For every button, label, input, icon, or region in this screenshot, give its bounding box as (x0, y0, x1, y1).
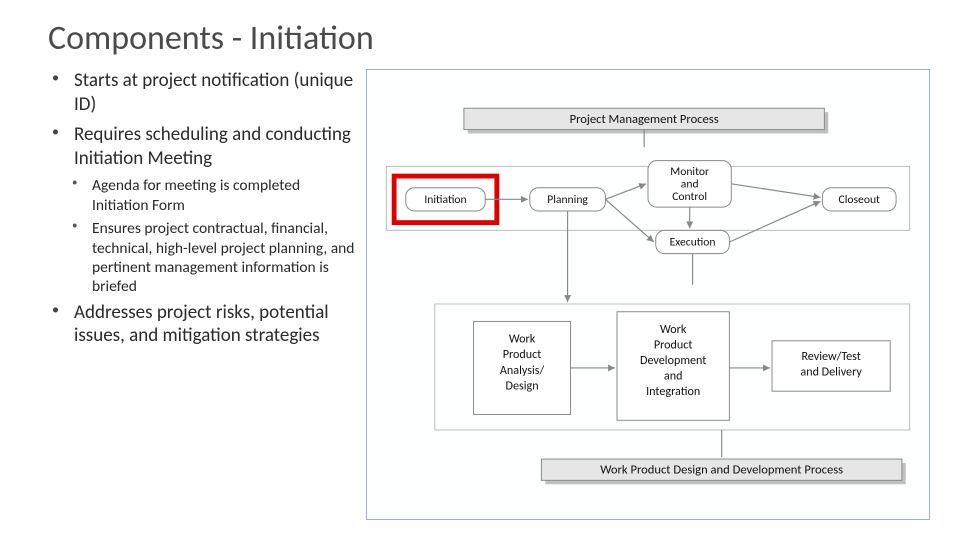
wp1-l1: Work (509, 332, 536, 347)
content-row: Starts at project notification (unique I… (48, 69, 930, 520)
wp2-l5: Integration (646, 384, 700, 399)
bottom-bar-label: Work Product Design and Development Proc… (600, 463, 843, 478)
wp3-l2: and Delivery (800, 365, 862, 380)
phase-initiation-label: Initiation (424, 193, 466, 207)
sub-bullet-2: Ensures project contractual, financial, … (48, 219, 358, 297)
phase-monitor-l3: Control (672, 191, 707, 205)
phase-closeout-label: Closeout (839, 193, 881, 207)
top-bar-label: Project Management Process (570, 112, 719, 127)
wp1-l3: Analysis/ (500, 363, 545, 378)
sub-bullet-list: Agenda for meeting is completed Initiati… (48, 176, 358, 296)
arrow-mon-close (731, 184, 820, 198)
wp1-l4: Design (506, 379, 539, 394)
bullet-list-2: Addresses project risks, potential issue… (48, 301, 358, 349)
bullet-3: Addresses project risks, potential issue… (48, 301, 358, 349)
diagram-column: Project Management Process Initiation Pl… (366, 69, 930, 520)
arrow-plan-mon (605, 184, 646, 200)
wp2-l2: Product (654, 338, 693, 353)
arrow-plan-exec (605, 200, 653, 243)
bullet-list: Starts at project notification (unique I… (48, 69, 358, 170)
wp2-l3: Development (640, 353, 706, 368)
arrow-exec-close (729, 202, 820, 243)
phase-execution-label: Execution (670, 236, 716, 250)
process-diagram: Project Management Process Initiation Pl… (367, 70, 929, 519)
wp2-l1: Work (660, 322, 687, 337)
bullet-1: Starts at project notification (unique I… (48, 69, 358, 117)
phase-planning-label: Planning (547, 193, 588, 207)
wp2-l4: and (664, 369, 683, 384)
slide: Components - Initiation Starts at projec… (0, 0, 960, 540)
text-column: Starts at project notification (unique I… (48, 69, 358, 520)
sub-bullet-1: Agenda for meeting is completed Initiati… (48, 176, 358, 215)
bullet-2: Requires scheduling and conducting Initi… (48, 123, 358, 171)
diagram-frame: Project Management Process Initiation Pl… (366, 69, 930, 520)
slide-title: Components - Initiation (48, 20, 930, 57)
wp3-l1: Review/Test (801, 350, 860, 365)
wp1-l2: Product (503, 348, 542, 363)
